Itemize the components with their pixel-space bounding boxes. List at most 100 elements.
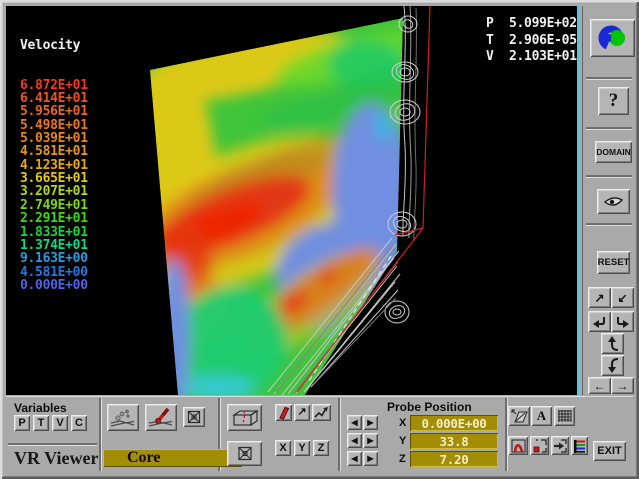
- readout-value-p: 5.099E+02: [509, 16, 577, 33]
- probe-x-value: 0.000E+00: [421, 416, 486, 431]
- pan-right-button[interactable]: →: [611, 377, 634, 394]
- exit-label: EXIT: [597, 445, 621, 457]
- panel-divider: [505, 398, 507, 471]
- slice-plane-button[interactable]: [275, 404, 292, 421]
- legend-entry: 4.581E+00: [20, 266, 88, 279]
- color-legend: Velocity 6.872E+016.414E+015.956E+015.49…: [20, 12, 88, 319]
- variable-t-label: T: [38, 417, 45, 429]
- variable-p-button[interactable]: P: [14, 415, 30, 431]
- readout-label-p: P: [486, 16, 509, 33]
- thermometer-probe-icon: [148, 407, 174, 428]
- probe-x-decrement-button[interactable]: ◀: [347, 415, 362, 430]
- particle-trace-button[interactable]: [107, 404, 139, 431]
- delete-probe-button[interactable]: [183, 407, 205, 427]
- readout-label-v: V: [486, 49, 509, 66]
- legend-entry: 9.163E+00: [20, 252, 88, 265]
- ribbon-box-icon: [511, 439, 526, 453]
- red-plane-icon: [277, 406, 291, 420]
- axis-z-button[interactable]: Z: [313, 440, 329, 456]
- sidebar-divider: [586, 77, 632, 79]
- probe-z-increment-button[interactable]: ▶: [363, 451, 378, 466]
- recycle-logo-icon: [596, 23, 630, 53]
- axis-y-label: Y: [298, 442, 305, 454]
- arrow-right-icon: →: [617, 380, 629, 392]
- probe-z-label: Z: [399, 453, 406, 465]
- probe-y-increment-button[interactable]: ▶: [363, 433, 378, 448]
- reset-label: RESET: [598, 257, 630, 268]
- panel-divider: [8, 443, 97, 445]
- axis-y-button[interactable]: Y: [294, 440, 310, 456]
- probe-x-increment-button[interactable]: ▶: [363, 415, 378, 430]
- probe-z-decrement-button[interactable]: ◀: [347, 451, 362, 466]
- region-dropdown[interactable]: Core: [103, 449, 242, 467]
- legend-entry: 3.207E+01: [20, 185, 88, 198]
- arrow-turn-down-icon: [606, 357, 620, 374]
- axis-z-label: Z: [318, 442, 325, 454]
- stepper-left-icon: ◀: [351, 436, 357, 445]
- readout-row-p: P 5.099E+02: [486, 16, 577, 33]
- variable-v-label: V: [56, 417, 63, 429]
- velocity-slice-plane: [92, 16, 433, 396]
- turn-up-button[interactable]: [601, 333, 624, 354]
- probe-x-field[interactable]: 0.000E+00: [410, 415, 498, 431]
- probe-position-title: Probe Position: [387, 400, 472, 414]
- viewport-3d[interactable]: Velocity 6.872E+016.414E+015.956E+015.49…: [6, 6, 579, 395]
- legend-entry: 0.000E+00: [20, 279, 88, 292]
- pan-region-button[interactable]: [551, 436, 569, 455]
- legend-entry: 6.872E+01: [20, 79, 88, 92]
- snapshot-button[interactable]: [508, 406, 530, 426]
- variable-t-button[interactable]: T: [33, 415, 49, 431]
- draw-plane-icon: [511, 409, 528, 424]
- legend-title: Velocity: [20, 39, 88, 52]
- delete-plane-button[interactable]: [227, 441, 262, 466]
- probe-z-field[interactable]: 7.20: [410, 451, 498, 467]
- reset-button[interactable]: RESET: [597, 251, 630, 274]
- crossed-box-icon: [235, 445, 255, 462]
- cut-plane-button[interactable]: [227, 404, 262, 431]
- probe-tool-button[interactable]: [145, 404, 177, 431]
- readout-label-t: T: [486, 33, 509, 50]
- arrow-ne-icon: ↗: [594, 292, 604, 304]
- region-dropdown-value: Core: [127, 449, 160, 467]
- help-label: ?: [609, 90, 619, 112]
- help-button[interactable]: ?: [598, 87, 629, 115]
- arrow-return-left-icon: [592, 315, 607, 329]
- turn-down-button[interactable]: [601, 355, 624, 376]
- probe-y-decrement-button[interactable]: ◀: [347, 433, 362, 448]
- readout-value-v: 2.103E+01: [509, 49, 577, 66]
- legend-entry: 1.833E+01: [20, 226, 88, 239]
- stepper-left-icon: ◀: [351, 454, 357, 463]
- arrow-return-right-icon: [615, 315, 630, 329]
- domain-button[interactable]: DOMAIN: [595, 141, 632, 163]
- variable-v-button[interactable]: V: [52, 415, 68, 431]
- legend-toggle-button[interactable]: [571, 436, 588, 455]
- probe-y-value: 33.8: [440, 434, 469, 449]
- turn-left-button[interactable]: [588, 311, 611, 332]
- stepper-right-icon: ▶: [367, 418, 373, 427]
- rotate-sw-button[interactable]: ↙: [611, 287, 634, 308]
- control-panel: Variables P T V C VR Viewer: [6, 396, 633, 473]
- stepper-left-icon: ◀: [351, 418, 357, 427]
- logo-button[interactable]: [590, 19, 635, 57]
- exit-button[interactable]: EXIT: [593, 441, 626, 461]
- legend-entry: 4.581E+01: [20, 145, 88, 158]
- pan-left-button[interactable]: ←: [588, 377, 611, 394]
- annotation-text-button[interactable]: A: [531, 406, 552, 426]
- view-button[interactable]: [597, 189, 630, 214]
- turn-right-button[interactable]: [611, 311, 634, 332]
- grid-toggle-button[interactable]: [554, 406, 575, 426]
- vector-arrow-button[interactable]: ↗: [294, 404, 310, 421]
- grid-icon: [557, 409, 572, 423]
- legend-entry: 3.665E+01: [20, 172, 88, 185]
- vr-viewer-window: Velocity 6.872E+016.414E+015.956E+015.49…: [0, 0, 639, 479]
- variable-c-button[interactable]: C: [71, 415, 87, 431]
- probe-y-field[interactable]: 33.8: [410, 433, 498, 449]
- axis-x-button[interactable]: X: [275, 440, 291, 456]
- legend-entry: 5.956E+01: [20, 105, 88, 118]
- stepper-right-icon: ▶: [367, 436, 373, 445]
- rotate-plane-button[interactable]: [312, 404, 331, 421]
- zoom-region-button[interactable]: [530, 436, 549, 455]
- isosurface-button[interactable]: [508, 436, 528, 455]
- axis-x-label: X: [279, 442, 286, 454]
- rotate-ne-button[interactable]: ↗: [588, 287, 611, 308]
